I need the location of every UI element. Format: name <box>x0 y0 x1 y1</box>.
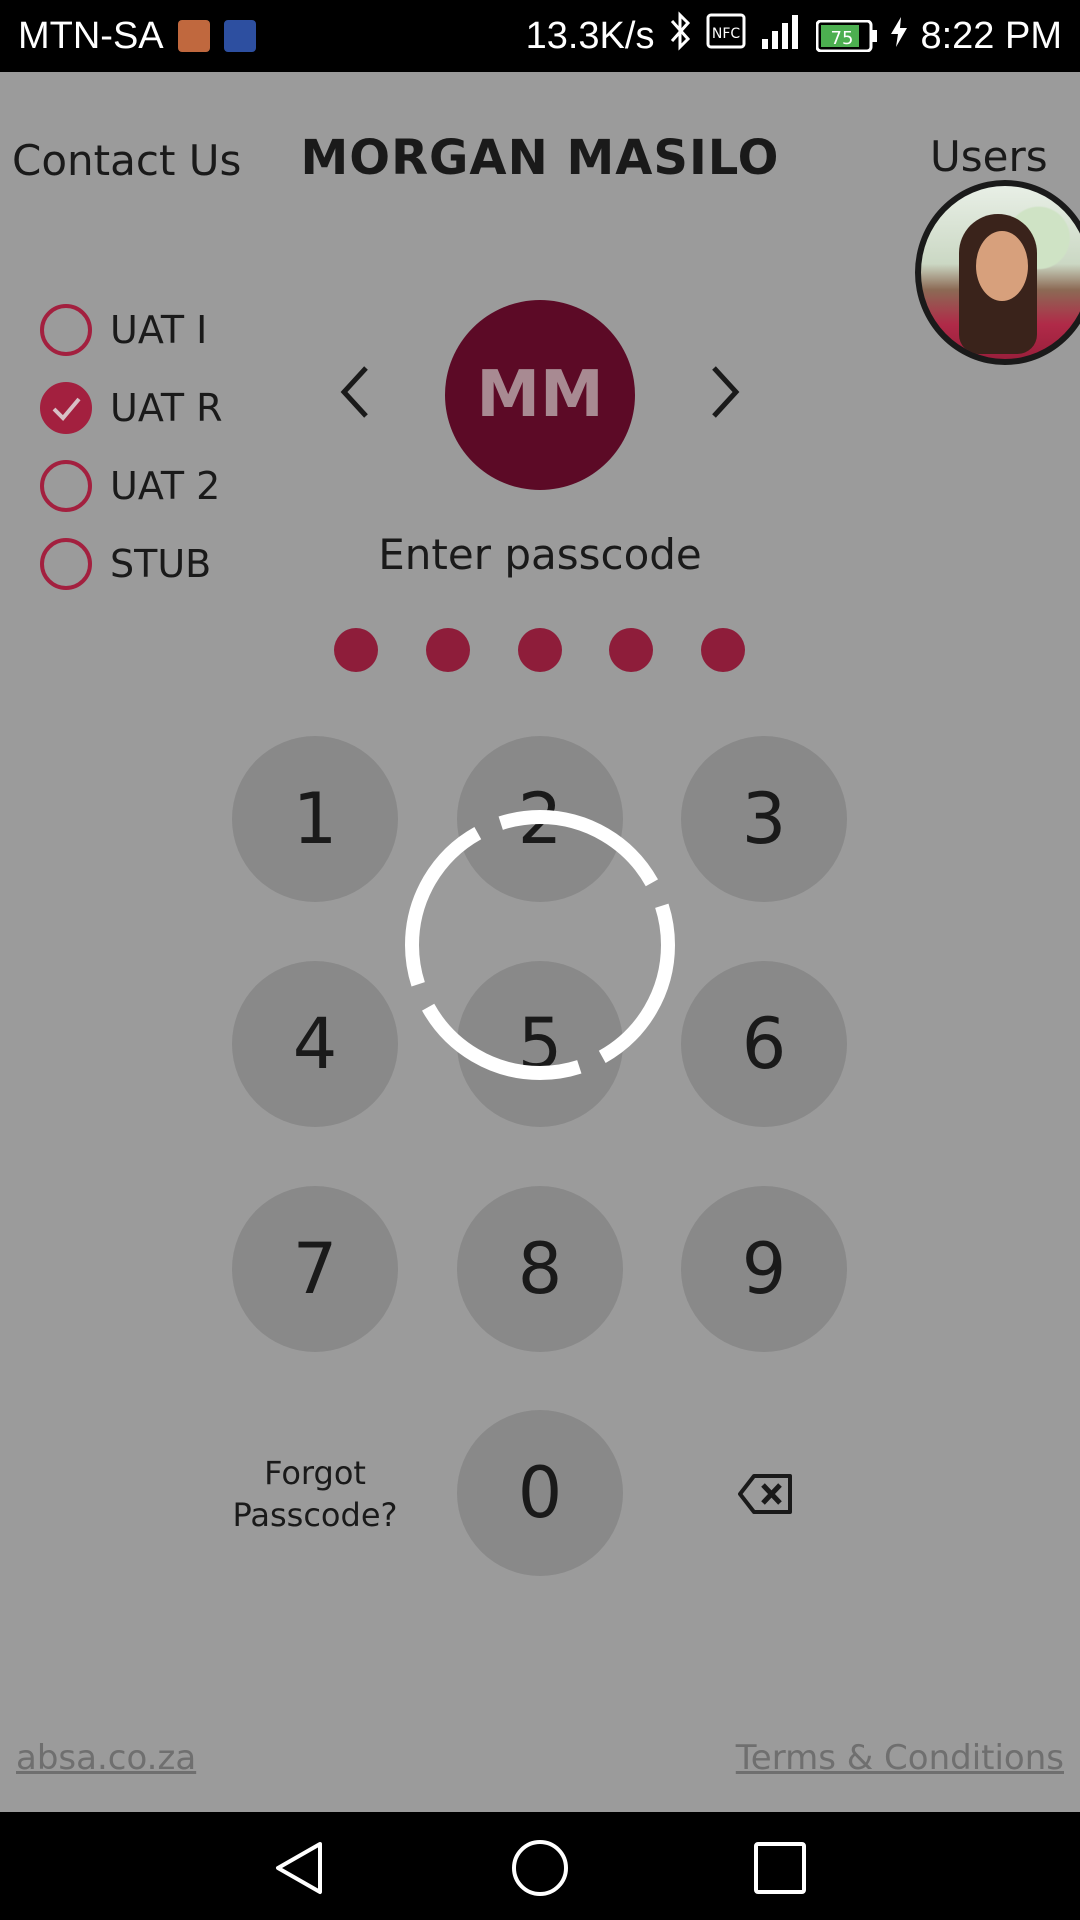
battery-icon: 75 <box>816 20 878 52</box>
backspace-button[interactable] <box>736 1470 796 1518</box>
env-option-uat-r[interactable]: UAT R <box>40 382 223 434</box>
key-9[interactable]: 9 <box>681 1186 847 1352</box>
env-option-uat-2[interactable]: UAT 2 <box>40 460 220 512</box>
key-1[interactable]: 1 <box>232 736 398 902</box>
absa-website-link[interactable]: absa.co.za <box>16 1738 196 1778</box>
key-3[interactable]: 3 <box>681 736 847 902</box>
profile-initials-avatar: MM <box>445 300 635 490</box>
passcode-dot <box>701 628 745 672</box>
radio-unchecked-icon[interactable] <box>40 304 92 356</box>
notification-icon <box>177 20 210 52</box>
carrier-label: MTN-SA <box>18 14 164 57</box>
system-nav-bar <box>0 1812 1080 1920</box>
recents-nav-button[interactable] <box>750 1838 810 1898</box>
passcode-dot <box>426 628 470 672</box>
previous-user-button[interactable] <box>326 362 386 422</box>
radio-checked-icon[interactable] <box>40 382 92 434</box>
battery-level: 75 <box>831 28 854 49</box>
enter-passcode-label: Enter passcode <box>378 530 702 579</box>
passcode-dot <box>518 628 562 672</box>
chevron-left-icon <box>340 366 368 418</box>
key-0[interactable]: 0 <box>457 1410 623 1576</box>
passcode-dot <box>334 628 378 672</box>
backspace-icon <box>738 1474 792 1514</box>
env-label: UAT 2 <box>110 464 221 508</box>
forgot-line-1: Forgot <box>264 1454 366 1492</box>
key-4[interactable]: 4 <box>232 961 398 1127</box>
loading-spinner-icon <box>405 810 675 1080</box>
passcode-dot <box>609 628 653 672</box>
avatar-face <box>976 231 1028 301</box>
signal-icon <box>758 11 804 61</box>
status-bar: MTN-SA 13.3K/s NFC 75 8:22 PM <box>0 0 1080 72</box>
network-speed: 13.3K/s <box>525 14 655 57</box>
user-avatar-photo[interactable] <box>915 180 1080 365</box>
terms-link[interactable]: Terms & Conditions <box>736 1738 1064 1778</box>
usb-icon <box>223 20 256 52</box>
back-triangle-icon <box>276 1842 322 1894</box>
charging-icon <box>890 15 908 58</box>
home-circle-icon <box>512 1840 568 1896</box>
user-name-title: MORGAN MASILO <box>300 130 780 186</box>
svg-text:NFC: NFC <box>712 26 741 42</box>
home-nav-button[interactable] <box>510 1838 570 1898</box>
key-6[interactable]: 6 <box>681 961 847 1127</box>
nfc-icon: NFC <box>706 13 746 59</box>
forgot-passcode-link[interactable]: Forgot Passcode? <box>215 1452 415 1536</box>
env-label: UAT I <box>110 308 208 352</box>
forgot-line-2: Passcode? <box>232 1496 398 1534</box>
key-7[interactable]: 7 <box>232 1186 398 1352</box>
env-label: UAT R <box>110 386 223 430</box>
recents-square-icon <box>754 1842 806 1894</box>
back-nav-button[interactable] <box>270 1838 330 1898</box>
radio-unchecked-icon[interactable] <box>40 460 92 512</box>
users-link[interactable]: Users <box>930 132 1048 181</box>
key-8[interactable]: 8 <box>457 1186 623 1352</box>
next-user-button[interactable] <box>694 362 754 422</box>
chevron-right-icon <box>712 366 740 418</box>
clock: 8:22 PM <box>920 14 1062 57</box>
bluetooth-icon <box>666 11 694 61</box>
env-option-uat-i[interactable]: UAT I <box>40 304 207 356</box>
